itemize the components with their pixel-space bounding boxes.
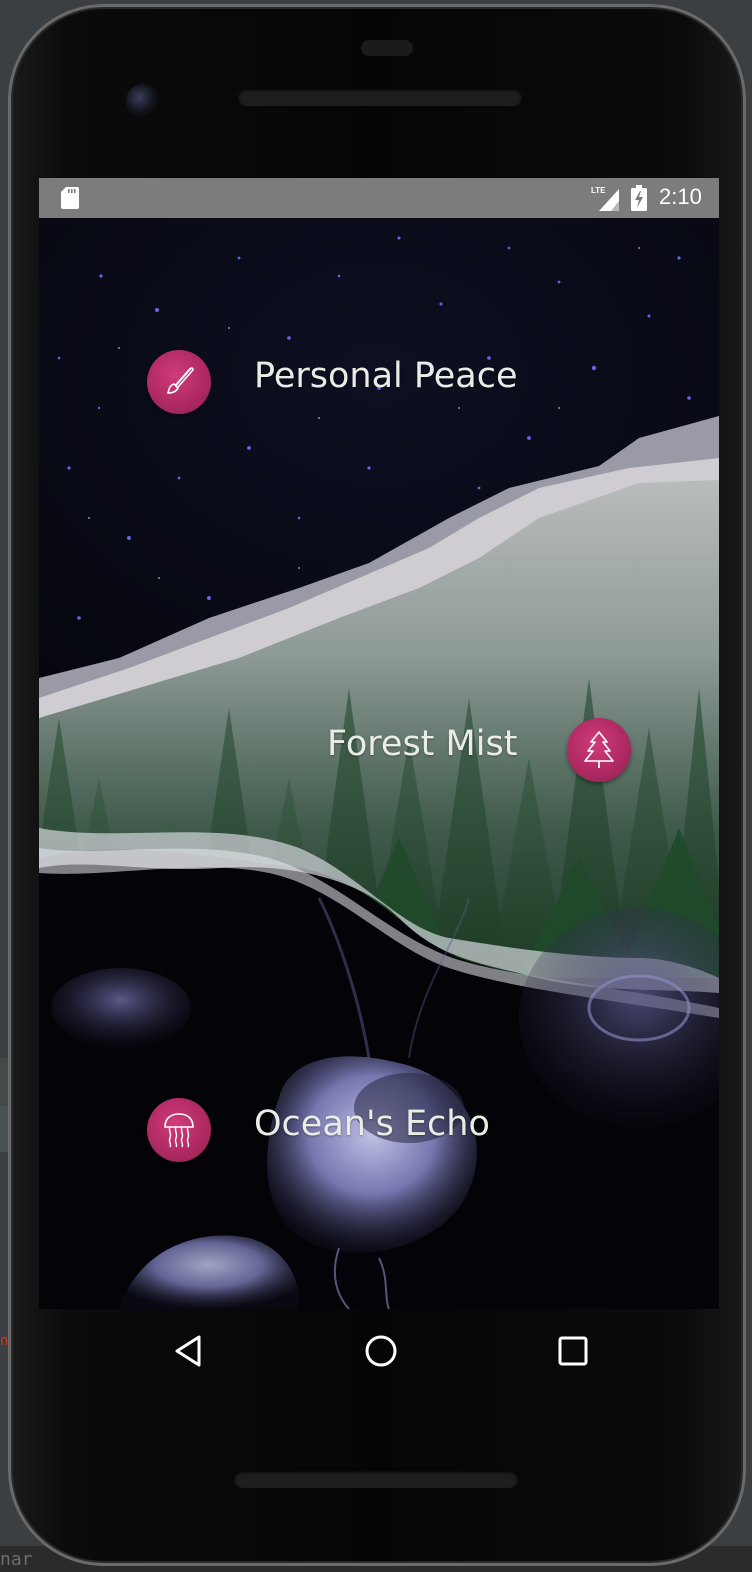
bottom-speaker	[234, 1470, 518, 1488]
navigation-bar	[39, 1309, 719, 1391]
battery-charging-icon	[631, 185, 647, 211]
menu-item-label: Personal Peace	[254, 356, 518, 396]
front-camera	[126, 84, 160, 118]
recents-icon[interactable]	[553, 1331, 593, 1371]
menu-item-forest-mist[interactable]: Forest Mist	[327, 718, 631, 788]
back-icon[interactable]	[169, 1331, 209, 1371]
menu-item-oceans-echo[interactable]: Ocean's Echo	[147, 1098, 567, 1168]
clock: 2:10	[659, 184, 702, 209]
home-icon[interactable]	[361, 1331, 401, 1371]
earpiece-speaker	[238, 88, 522, 106]
paintbrush-icon[interactable]	[147, 350, 211, 414]
menu-item-personal-peace[interactable]: Personal Peace	[147, 350, 567, 420]
menu-item-label: Forest Mist	[327, 724, 518, 764]
sd-card-icon	[61, 187, 79, 209]
status-bar: LTE 2:10	[39, 178, 719, 218]
menu-item-label: Ocean's Echo	[254, 1104, 490, 1144]
pine-tree-icon[interactable]	[567, 718, 631, 782]
svg-text:LTE: LTE	[591, 186, 606, 195]
lte-signal-icon: LTE	[591, 186, 619, 211]
jellyfish-icon[interactable]	[147, 1098, 211, 1162]
ide-code-fragment: nar	[0, 1549, 33, 1570]
proximity-sensor	[361, 40, 413, 56]
app-screen: LTE 2:10 Personal Peace Forest Mist Ocea…	[39, 178, 719, 1309]
